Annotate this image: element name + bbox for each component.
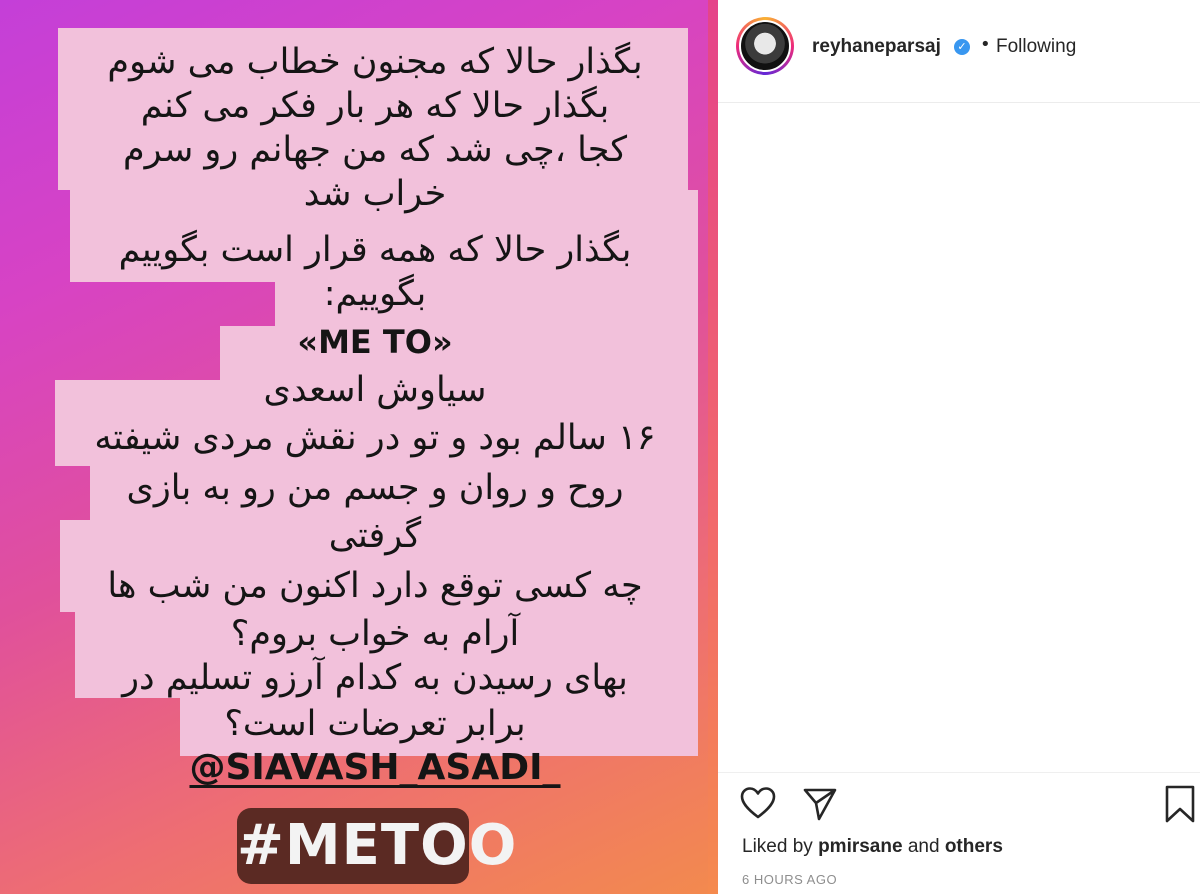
likes-summary: Liked by pmirsane and others — [742, 836, 1003, 858]
post-header: reyhaneparsaj ✓ • Following — [718, 0, 1200, 103]
separator-dot: • — [980, 34, 991, 55]
likes-prefix: Liked by — [742, 836, 813, 857]
send-icon[interactable] — [802, 786, 838, 822]
story-line: برابر تعرضات است؟ — [224, 704, 526, 744]
avatar[interactable] — [739, 20, 791, 72]
story-line: بهای رسیدن به کدام آرزو تسلیم در — [122, 658, 628, 698]
story-line: ۱۶ سالم بود و تو در نقش مردی شیفته — [94, 418, 656, 458]
story-line: بگوییم: — [323, 274, 427, 314]
image-edge — [708, 0, 718, 894]
story-line: آرام به خواب بروم؟ — [230, 614, 520, 654]
story-line: بگذار حالا که هر بار فکر می کنم — [140, 86, 610, 126]
post-image[interactable]: بگذار حالا که مجنون خطاب می شوم بگذار حا… — [0, 0, 718, 894]
story-mention[interactable]: @SIAVASH_ASADI_ — [60, 744, 690, 792]
story-line: گرفتی — [328, 516, 422, 556]
story-line: خراب شد — [303, 174, 447, 214]
actions-divider — [718, 772, 1200, 773]
story-line: بگذار حالا که مجنون خطاب می شوم — [107, 42, 643, 82]
likes-connector: and — [907, 836, 940, 857]
likes-others-link[interactable]: others — [945, 836, 1003, 857]
heart-icon[interactable] — [740, 786, 776, 820]
verified-badge-icon: ✓ — [954, 39, 970, 55]
liker-username[interactable]: pmirsane — [818, 836, 902, 857]
post-side-panel: reyhaneparsaj ✓ • Following Liked by pmi… — [718, 0, 1200, 894]
hashtag-text[interactable]: #METOO — [237, 808, 516, 884]
post-timestamp[interactable]: 6 HOURS AGO — [742, 872, 837, 887]
story-line: روح و روان و جسم من رو به بازی — [126, 468, 624, 508]
following-button[interactable]: Following — [996, 36, 1076, 58]
story-line: بگذار حالا که همه قرار است بگوییم — [118, 230, 632, 270]
bookmark-icon[interactable] — [1164, 784, 1196, 824]
story-line: سیاوش اسعدی — [263, 370, 487, 410]
story-line: چه کسی توقع دارد اکنون من شب ها — [107, 566, 643, 606]
username-link[interactable]: reyhaneparsaj — [812, 36, 941, 58]
story-line: کجا ،چی شد که من جهانم رو سرم — [123, 130, 627, 170]
story-line-me-to: «ME TO» — [297, 323, 453, 361]
